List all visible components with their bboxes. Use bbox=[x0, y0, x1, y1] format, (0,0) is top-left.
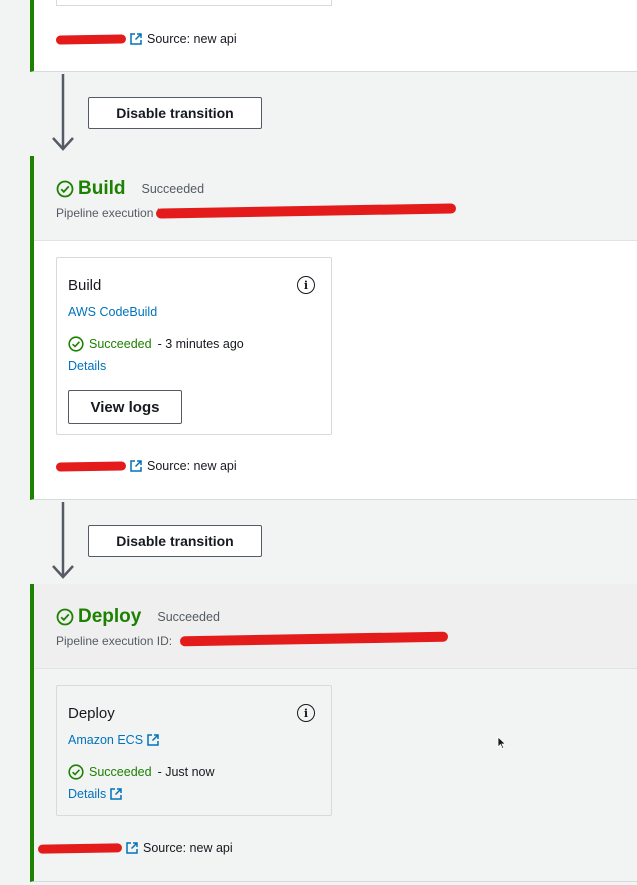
source-row: Source: new api bbox=[37, 841, 233, 855]
external-link-icon[interactable] bbox=[147, 734, 159, 746]
source-stage-card: Source: new api bbox=[30, 0, 637, 72]
action-time: - 3 minutes ago bbox=[157, 337, 244, 351]
redacted-execution-id bbox=[179, 631, 449, 647]
source-row: Source: new api bbox=[55, 32, 237, 46]
action-time: - Just now bbox=[157, 765, 215, 779]
success-check-icon bbox=[56, 608, 74, 626]
deploy-stage-header: Deploy Succeeded Pipeline execution ID: bbox=[34, 584, 637, 669]
action-status-row: Succeeded - Just now bbox=[68, 764, 215, 780]
action-title: Build bbox=[68, 277, 102, 294]
external-link-icon[interactable] bbox=[130, 460, 142, 472]
source-label: Source: new api bbox=[147, 459, 237, 473]
view-logs-button[interactable]: View logs bbox=[68, 390, 182, 424]
action-title: Deploy bbox=[68, 705, 115, 722]
transition-arrow-icon bbox=[52, 74, 74, 151]
source-row: Source: new api bbox=[55, 459, 237, 473]
deploy-action-card: Deploy i Amazon ECS Succeeded - Just now… bbox=[56, 685, 332, 816]
stage-status: Succeeded bbox=[141, 182, 205, 196]
exec-id-label: Pipeline execution ID: bbox=[56, 206, 173, 220]
transition-arrow-icon bbox=[52, 502, 74, 579]
action-status: Succeeded bbox=[89, 337, 152, 351]
mouse-cursor-icon bbox=[497, 736, 507, 750]
disable-transition-button[interactable]: Disable transition bbox=[88, 525, 262, 557]
external-link-icon[interactable] bbox=[110, 788, 122, 800]
action-provider-link[interactable]: Amazon ECS bbox=[68, 733, 164, 747]
details-link[interactable]: Details bbox=[68, 359, 106, 373]
success-check-icon bbox=[68, 764, 84, 780]
stage-title: Deploy bbox=[78, 606, 142, 627]
stage-status: Succeeded bbox=[157, 610, 220, 624]
source-label: Source: new api bbox=[147, 32, 237, 46]
source-stage-inner-box bbox=[56, 0, 332, 6]
disable-transition-button[interactable]: Disable transition bbox=[88, 97, 262, 129]
pipeline-execution-id: Pipeline execution ID: bbox=[56, 634, 174, 648]
redacted-commit-id bbox=[55, 460, 127, 472]
success-check-icon bbox=[68, 336, 84, 352]
external-link-icon[interactable] bbox=[126, 842, 138, 854]
redacted-commit-id bbox=[55, 33, 127, 45]
details-link[interactable]: Details bbox=[68, 787, 127, 801]
source-label: Source: new api bbox=[143, 841, 233, 855]
stage-title: Build bbox=[78, 178, 126, 199]
action-status: Succeeded bbox=[89, 765, 152, 779]
action-status-row: Succeeded - 3 minutes ago bbox=[68, 336, 244, 352]
info-icon[interactable]: i bbox=[297, 276, 315, 294]
external-link-icon[interactable] bbox=[130, 33, 142, 45]
deploy-stage-card: Deploy Succeeded Pipeline execution ID: … bbox=[30, 584, 637, 882]
build-stage-header: Build Succeeded Pipeline execution ID: bbox=[34, 156, 637, 241]
exec-id-label: Pipeline execution ID: bbox=[56, 634, 173, 648]
build-stage-card: Build Succeeded Pipeline execution ID: B… bbox=[30, 156, 637, 500]
build-action-card: Build i AWS CodeBuild Succeeded - 3 minu… bbox=[56, 257, 332, 435]
success-check-icon bbox=[56, 180, 74, 198]
redacted-commit-id bbox=[37, 842, 123, 854]
action-provider-link[interactable]: AWS CodeBuild bbox=[68, 305, 157, 319]
redacted-execution-id bbox=[155, 203, 457, 219]
info-icon[interactable]: i bbox=[297, 704, 315, 722]
